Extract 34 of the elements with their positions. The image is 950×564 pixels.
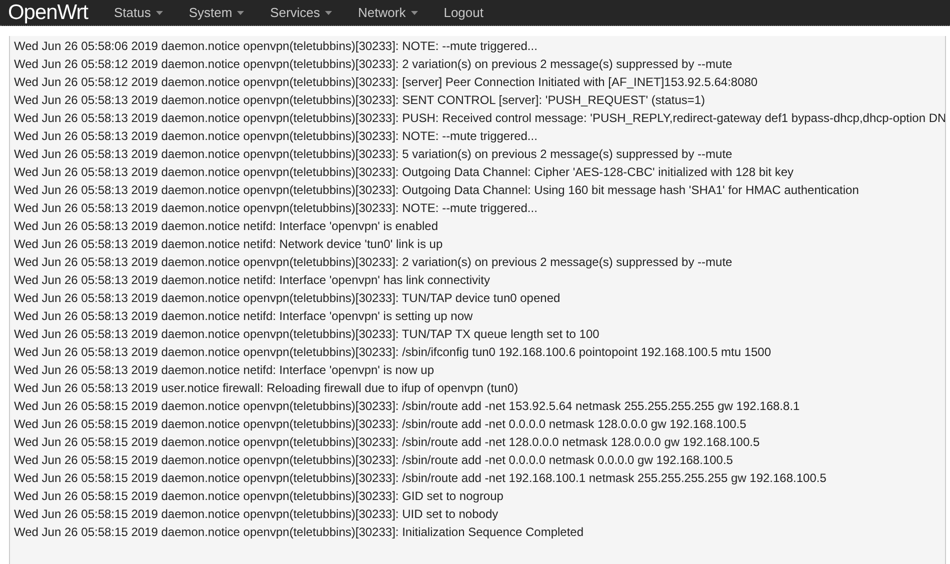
log-line: Wed Jun 26 05:58:12 2019 daemon.notice openvpn(teletubbins)[30233]: 2 variation(s) on previous 2 message(s) suppressed by --mute xyxy=(14,56,732,73)
nav-menu-item[interactable]: Network xyxy=(350,2,426,22)
log-line: Wed Jun 26 05:58:13 2019 daemon.notice openvpn(teletubbins)[30233]: SENT CONTROL [server]: 'PUSH_REQUEST' (status=1) xyxy=(14,92,706,109)
log-line: Wed Jun 26 05:58:15 2019 daemon.notice openvpn(teletubbins)[30233]: /sbin/route add -net 0.0.0.0 netmask 0.0.0.0 gw 192.168.100.5 xyxy=(14,452,733,469)
log-line: Wed Jun 26 05:58:13 2019 daemon.notice netifd: Interface 'openvpn' is setting up now xyxy=(14,308,473,325)
log-line: Wed Jun 26 05:58:13 2019 daemon.notice netifd: Network device 'tun0' link is up xyxy=(14,236,443,253)
log-line: Wed Jun 26 05:58:13 2019 daemon.notice openvpn(teletubbins)[30233]: 2 variation(s) on previous 2 message(s) suppressed by --mute xyxy=(14,254,732,271)
log-line: Wed Jun 26 05:58:15 2019 daemon.notice openvpn(teletubbins)[30233]: /sbin/route add -net 128.0.0.0 netmask 128.0.0.0 gw 192.168.100.5 xyxy=(14,434,760,451)
nav-menu-item[interactable]: Status xyxy=(106,2,171,22)
log-line: Wed Jun 26 05:58:13 2019 daemon.notice openvpn(teletubbins)[30233]: NOTE: --mute triggered... xyxy=(14,200,538,217)
log-line: Wed Jun 26 05:58:13 2019 daemon.notice openvpn(teletubbins)[30233]: 5 variation(s) on previous 2 message(s) suppressed by --mute xyxy=(14,146,732,163)
log-line: Wed Jun 26 05:58:12 2019 daemon.notice openvpn(teletubbins)[30233]: [server] Peer Connection Initiated with [AF_INET]153.92.5.64:8080 xyxy=(14,74,758,91)
log-line: Wed Jun 26 05:58:15 2019 daemon.notice openvpn(teletubbins)[30233]: Initialization Sequence Completed xyxy=(14,524,584,541)
log-line: Wed Jun 26 05:58:13 2019 daemon.notice openvpn(teletubbins)[30233]: Outgoing Data Channel: Cipher 'AES-128-CBC' initialized with 128 bit key xyxy=(14,164,794,181)
log-line: Wed Jun 26 05:58:15 2019 daemon.notice openvpn(teletubbins)[30233]: UID set to nobody xyxy=(14,506,498,523)
log-line: Wed Jun 26 05:58:13 2019 daemon.notice openvpn(teletubbins)[30233]: Outgoing Data Channel: Using 160 bit message hash 'SHA1' for HMAC authentication xyxy=(14,182,859,199)
log-line: Wed Jun 26 05:58:13 2019 daemon.notice netifd: Interface 'openvpn' is now up xyxy=(14,362,434,379)
log-line: Wed Jun 26 05:58:13 2019 daemon.notice netifd: Interface 'openvpn' has link connectivity xyxy=(14,272,490,289)
log-line: Wed Jun 26 05:58:13 2019 daemon.notice openvpn(teletubbins)[30233]: /sbin/ifconfig tun0 192.168.100.6 pointopoint 192.168.100.5 mtu 1500 xyxy=(14,344,772,361)
log-line: Wed Jun 26 05:58:15 2019 daemon.notice openvpn(teletubbins)[30233]: /sbin/route add -net 0.0.0.0 netmask 128.0.0.0 gw 192.168.100.5 xyxy=(14,416,746,433)
log-line: Wed Jun 26 05:58:13 2019 daemon.notice openvpn(teletubbins)[30233]: TUN/TAP device tun0 opened xyxy=(14,290,560,307)
log-line: Wed Jun 26 05:58:13 2019 daemon.notice netifd: Interface 'openvpn' is enabled xyxy=(14,218,438,235)
log-line: Wed Jun 26 05:58:06 2019 daemon.notice openvpn(teletubbins)[30233]: NOTE: --mute triggered... xyxy=(14,38,538,55)
log-line: Wed Jun 26 05:58:13 2019 daemon.notice openvpn(teletubbins)[30233]: NOTE: --mute triggered... xyxy=(14,128,538,145)
log-line: Wed Jun 26 05:58:13 2019 daemon.notice openvpn(teletubbins)[30233]: PUSH: Received control message: 'PUSH_REPLY,redirect-gateway def1 bypass-dhcp,dhcp-option DN xyxy=(14,110,945,127)
log-line: Wed Jun 26 05:58:15 2019 daemon.notice openvpn(teletubbins)[30233]: /sbin/route add -net 192.168.100.1 netmask 255.255.255.255 gw 192.168.100.5 xyxy=(14,470,826,487)
log-line: Wed Jun 26 05:58:13 2019 user.notice firewall: Reloading firewall due to ifup of openvpn (tun0) xyxy=(14,380,518,397)
log-line: Wed Jun 26 05:58:15 2019 daemon.notice openvpn(teletubbins)[30233]: GID set to nogroup xyxy=(14,488,504,505)
log-line: Wed Jun 26 05:58:13 2019 daemon.notice openvpn(teletubbins)[30233]: TUN/TAP TX queue length set to 100 xyxy=(14,326,600,343)
nav-menu-item[interactable]: System xyxy=(180,2,252,22)
log-line: Wed Jun 26 05:58:15 2019 daemon.notice openvpn(teletubbins)[30233]: /sbin/route add -net 153.92.5.64 netmask 255.255.255.255 gw 192.168.8.1 xyxy=(14,398,800,415)
brand-logo[interactable]: OpenWrt xyxy=(8,0,88,24)
nav-menu-item[interactable]: Services xyxy=(262,2,340,22)
nav-menu-item[interactable]: Logout xyxy=(436,2,492,22)
